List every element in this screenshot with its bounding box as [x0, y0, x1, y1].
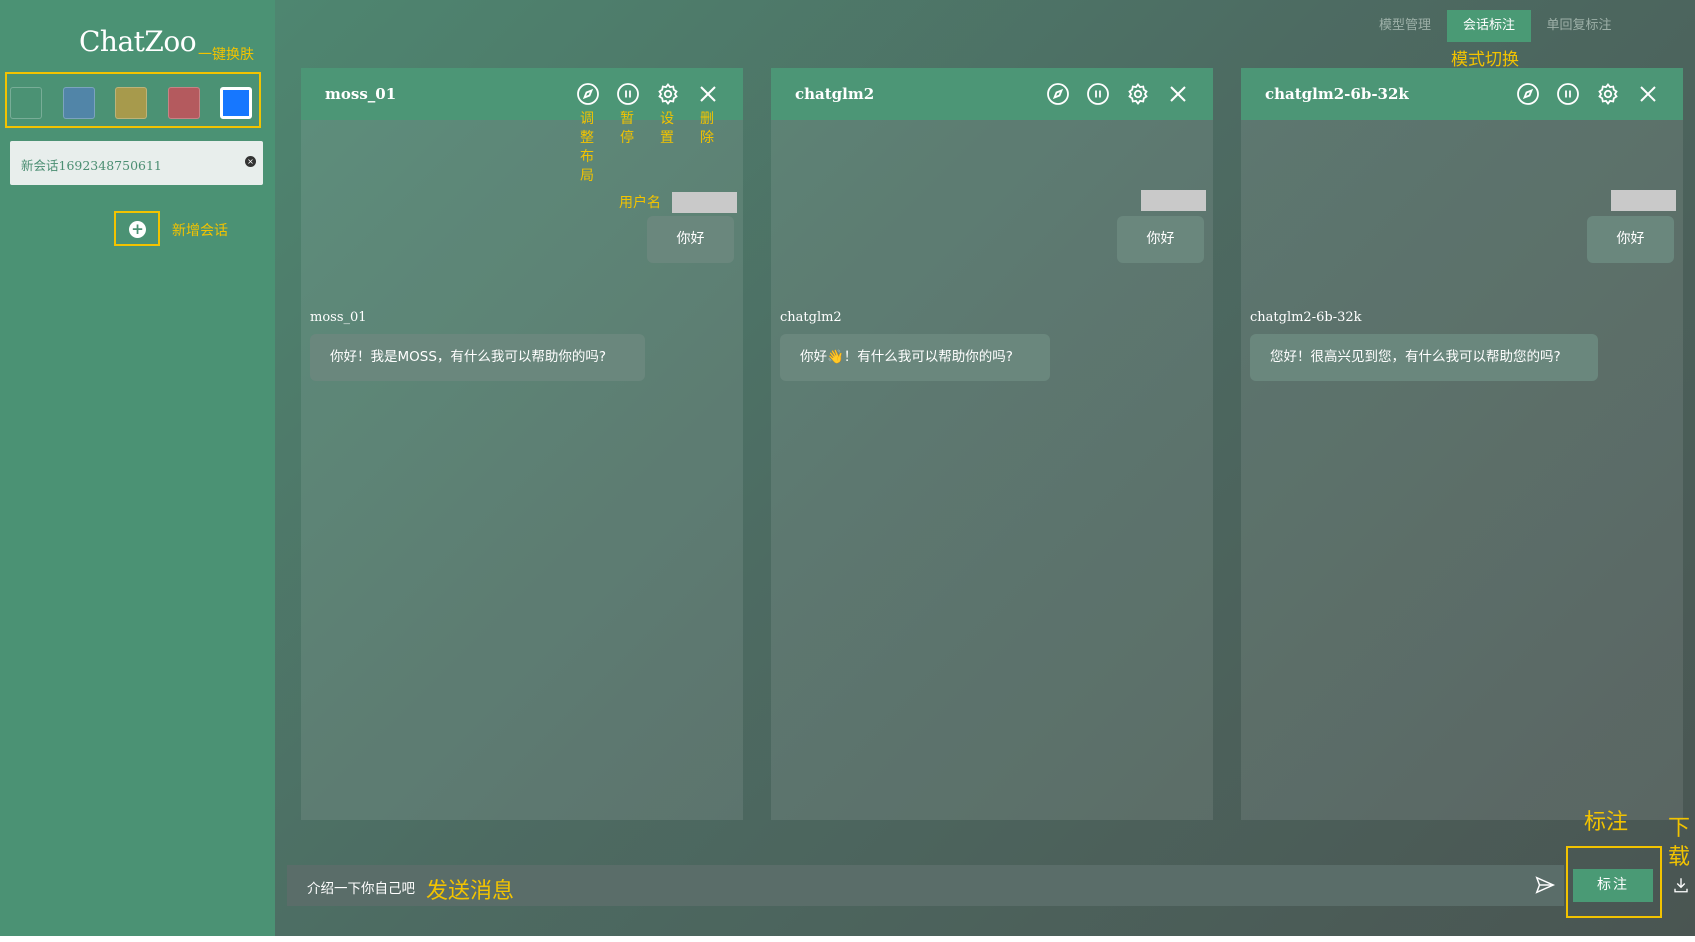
annotation-add-session: 新增会话 — [172, 223, 228, 239]
session-label: 新会话1692348750611 — [21, 158, 162, 173]
message-input-text: 介绍一下你自己吧 — [307, 881, 415, 897]
panel-header: chatglm2 — [771, 68, 1213, 120]
gear-icon[interactable] — [1596, 82, 1620, 106]
bot-name: moss_01 — [310, 310, 367, 325]
tab-single-reply-annotation[interactable]: 单回复标注 — [1531, 10, 1627, 42]
chat-panel-chatglm2-6b-32k: chatglm2-6b-32k 你好 chatglm2-6b-32k 您好！很高… — [1241, 68, 1683, 820]
tab-session-annotation[interactable]: 会话标注 — [1447, 10, 1531, 42]
bot-message: 你好！我是MOSS，有什么我可以帮助你的吗? — [310, 334, 645, 381]
app-root: ChatZoo 一键换肤 新会话1692348750611 × + 新增会话 模… — [0, 0, 1695, 936]
skin-swatch-blue[interactable] — [63, 87, 95, 119]
annotation-skin: 一键换肤 — [198, 47, 254, 63]
skin-swatch-red[interactable] — [168, 87, 200, 119]
bot-name: chatglm2 — [780, 310, 842, 325]
annotation-send-message: 发送消息 — [426, 879, 515, 904]
panel-header: moss_01 — [301, 68, 743, 120]
label-button[interactable]: 标注 — [1573, 869, 1653, 902]
compass-icon[interactable] — [1516, 82, 1540, 106]
bot-message: 您好！很高兴见到您，有什么我可以帮助您的吗? — [1250, 334, 1598, 381]
bot-name: chatglm2-6b-32k — [1250, 310, 1362, 325]
annotation-adjust-layout: 调 整 布 局 — [580, 111, 594, 184]
panel-header: chatglm2-6b-32k — [1241, 68, 1683, 120]
annotation-label: 标注 — [1584, 810, 1629, 835]
panel-title: chatglm2-6b-32k — [1265, 85, 1409, 103]
close-icon[interactable] — [1636, 82, 1660, 106]
annotation-delete: 删 除 — [700, 111, 714, 146]
tab-model-management[interactable]: 模型管理 — [1363, 10, 1447, 42]
chat-panel-moss: moss_01 调 整 布 局 暂 停 设 置 删 除 用户名 你好 moss_… — [301, 68, 743, 820]
skin-swatch-green[interactable] — [10, 87, 42, 119]
message-input[interactable]: 介绍一下你自己吧 发送消息 — [287, 865, 1564, 906]
annotation-username: 用户名 — [619, 195, 661, 211]
main-area: 模型管理 会话标注 单回复标注 模式切换 moss_01 调 整 布 局 暂 停… — [275, 0, 1695, 936]
pause-icon[interactable] — [1086, 82, 1110, 106]
annotation-pause: 暂 停 — [620, 111, 634, 146]
skin-swatch-olive[interactable] — [115, 87, 147, 119]
close-icon[interactable] — [1166, 82, 1190, 106]
sidebar: ChatZoo 一键换肤 新会话1692348750611 × + 新增会话 — [0, 0, 275, 936]
send-icon[interactable] — [1534, 874, 1556, 896]
username-placeholder — [672, 192, 737, 213]
compass-icon[interactable] — [576, 82, 600, 106]
user-message: 你好 — [647, 216, 734, 263]
close-circle-icon[interactable]: × — [245, 156, 256, 167]
annotation-settings: 设 置 — [660, 111, 674, 146]
user-message: 你好 — [1117, 216, 1204, 263]
username-placeholder — [1611, 190, 1676, 211]
add-session-button[interactable]: + — [114, 211, 160, 246]
skin-swatch-bright-blue[interactable] — [220, 87, 252, 119]
pause-icon[interactable] — [616, 82, 640, 106]
pause-icon[interactable] — [1556, 82, 1580, 106]
annotation-mode-switch: 模式切换 — [1451, 50, 1519, 70]
panel-title: chatglm2 — [795, 85, 875, 103]
gear-icon[interactable] — [656, 82, 680, 106]
plus-circle-icon: + — [129, 221, 146, 238]
username-placeholder — [1141, 190, 1206, 211]
user-message: 你好 — [1587, 216, 1674, 263]
app-logo: ChatZoo — [79, 25, 197, 58]
session-item[interactable]: 新会话1692348750611 × — [10, 141, 263, 185]
compass-icon[interactable] — [1046, 82, 1070, 106]
annotation-download: 下 载 — [1668, 816, 1691, 870]
close-icon[interactable] — [696, 82, 720, 106]
gear-icon[interactable] — [1126, 82, 1150, 106]
bot-message: 你好👋！有什么我可以帮助你的吗? — [780, 334, 1050, 381]
download-icon[interactable] — [1672, 876, 1690, 894]
panel-title: moss_01 — [325, 85, 397, 103]
chat-panel-chatglm2: chatglm2 你好 chatglm2 你好👋！有什么我可以帮助你的吗? — [771, 68, 1213, 820]
